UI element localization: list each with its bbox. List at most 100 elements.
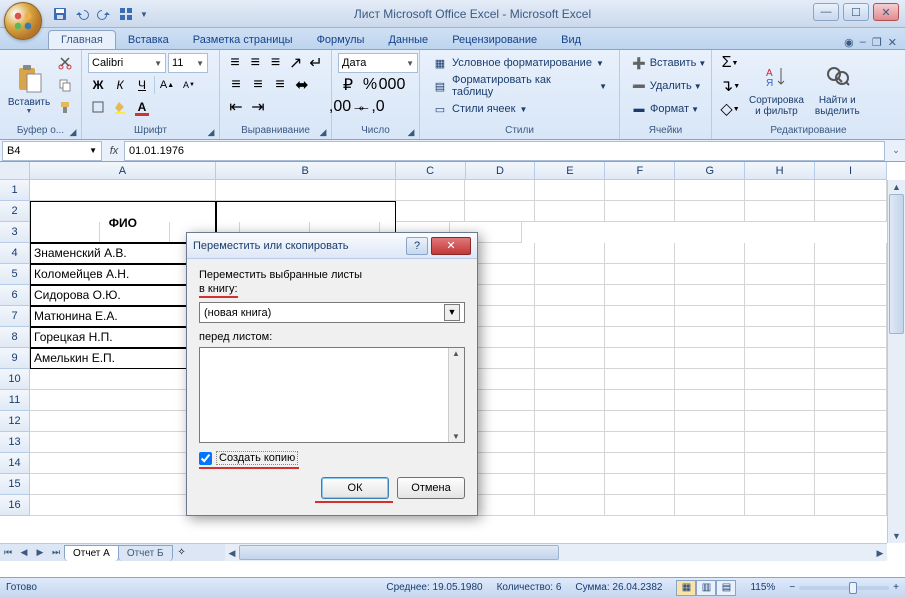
cell-I16[interactable] — [815, 495, 887, 516]
clipboard-launcher[interactable]: ◢ — [67, 126, 79, 138]
cell-I2[interactable] — [815, 201, 887, 222]
format-as-table-button[interactable]: ▤Форматировать как таблицу▼ — [426, 76, 613, 96]
col-header-B[interactable]: B — [216, 162, 396, 180]
font-size-combo[interactable]: 11▼ — [168, 53, 208, 73]
row-header-5[interactable]: 5 — [0, 264, 30, 285]
align-launcher[interactable]: ◢ — [317, 126, 329, 138]
view-pagebreak-icon[interactable]: ▤ — [716, 580, 736, 596]
cell-I6[interactable] — [815, 285, 887, 306]
font-family-combo[interactable]: Calibri▼ — [88, 53, 166, 73]
col-header-A[interactable]: A — [30, 162, 216, 180]
insert-sheet-icon[interactable]: ✧ — [172, 547, 192, 558]
cell-I10[interactable] — [815, 369, 887, 390]
cell-D1[interactable] — [465, 180, 535, 201]
cell-F2[interactable] — [605, 201, 675, 222]
wrap-icon[interactable]: ↵ — [307, 53, 325, 73]
comma-icon[interactable]: 000 — [382, 75, 402, 95]
format-painter-icon[interactable] — [55, 97, 75, 117]
cell-E6[interactable] — [535, 285, 605, 306]
align-mid-icon[interactable]: ≡ — [246, 53, 264, 73]
dialog-close-button[interactable]: ✕ — [431, 237, 471, 255]
cell-H7[interactable] — [745, 306, 815, 327]
cell-H10[interactable] — [745, 369, 815, 390]
cell-H11[interactable] — [745, 390, 815, 411]
cell-E5[interactable] — [535, 264, 605, 285]
find-select-button[interactable]: Найти и выделить — [811, 53, 864, 124]
cell-H1[interactable] — [745, 180, 815, 201]
sort-filter-button[interactable]: АЯ Сортировка и фильтр — [745, 53, 808, 124]
row-header-10[interactable]: 10 — [0, 369, 30, 390]
cell-F15[interactable] — [605, 474, 675, 495]
vscroll-thumb[interactable] — [889, 194, 904, 334]
align-top-icon[interactable]: ≡ — [226, 53, 244, 73]
fx-icon[interactable]: fx — [104, 145, 124, 157]
insert-cells-button[interactable]: ➕Вставить▼ — [626, 53, 705, 73]
cell-G4[interactable] — [675, 243, 745, 264]
name-box[interactable]: B4▼ — [2, 141, 102, 161]
cell-G6[interactable] — [675, 285, 745, 306]
zoom-level[interactable]: 115% — [750, 582, 775, 593]
cell-E2[interactable] — [535, 201, 605, 222]
cell-E16[interactable] — [535, 495, 605, 516]
cell-I13[interactable] — [815, 432, 887, 453]
hscroll-thumb[interactable] — [239, 545, 559, 560]
row-header-12[interactable]: 12 — [0, 411, 30, 432]
col-header-D[interactable]: D — [466, 162, 536, 180]
cell-E7[interactable] — [535, 306, 605, 327]
cell-I8[interactable] — [815, 327, 887, 348]
tab-home[interactable]: Главная — [48, 30, 116, 49]
qat-custom-icon[interactable] — [116, 4, 136, 24]
fill-icon[interactable]: ↴▼ — [718, 76, 742, 96]
inc-indent-icon[interactable]: ⇥ — [248, 97, 268, 117]
cell-F9[interactable] — [605, 348, 675, 369]
cell-H8[interactable] — [745, 327, 815, 348]
paste-button[interactable]: Вставить ▼ — [6, 53, 52, 124]
cell-F5[interactable] — [605, 264, 675, 285]
row-header-9[interactable]: 9 — [0, 348, 30, 369]
cut-icon[interactable] — [55, 53, 75, 73]
cell-G10[interactable] — [675, 369, 745, 390]
row-header-14[interactable]: 14 — [0, 453, 30, 474]
cell-E14[interactable] — [535, 453, 605, 474]
cell-B1[interactable] — [216, 180, 396, 201]
cell-F12[interactable] — [605, 411, 675, 432]
cell-H12[interactable] — [745, 411, 815, 432]
merge-icon[interactable]: ⬌ — [292, 75, 312, 95]
underline-button[interactable]: Ч — [132, 75, 152, 95]
row-header-2[interactable]: 2 — [0, 201, 30, 222]
align-center-icon[interactable]: ≡ — [248, 75, 268, 95]
sheet-nav-next[interactable]: ▶ — [32, 547, 48, 558]
to-book-combo[interactable]: (новая книга)▼ — [199, 302, 465, 323]
row-header-8[interactable]: 8 — [0, 327, 30, 348]
cell-G8[interactable] — [675, 327, 745, 348]
cell-F14[interactable] — [605, 453, 675, 474]
tab-page-layout[interactable]: Разметка страницы — [181, 31, 305, 49]
dec-indent-icon[interactable]: ⇤ — [226, 97, 246, 117]
cell-F6[interactable] — [605, 285, 675, 306]
cell-E4[interactable] — [535, 243, 605, 264]
sheet-tab-0[interactable]: Отчет А — [64, 545, 119, 561]
sheet-nav-last[interactable]: ⏭ — [48, 547, 64, 558]
cell-G9[interactable] — [675, 348, 745, 369]
tab-view[interactable]: Вид — [549, 31, 593, 49]
col-header-C[interactable]: C — [396, 162, 466, 180]
row-header-1[interactable]: 1 — [0, 180, 30, 201]
cell-I14[interactable] — [815, 453, 887, 474]
ok-button[interactable]: ОК — [321, 477, 389, 499]
tab-data[interactable]: Данные — [376, 31, 440, 49]
row-header-13[interactable]: 13 — [0, 432, 30, 453]
cell-E8[interactable] — [535, 327, 605, 348]
copy-icon[interactable] — [55, 75, 75, 95]
italic-button[interactable]: К — [110, 75, 130, 95]
cell-I4[interactable] — [815, 243, 887, 264]
cell-H6[interactable] — [745, 285, 815, 306]
font-launcher[interactable]: ◢ — [205, 126, 217, 138]
format-cells-button[interactable]: ▬Формат▼ — [626, 99, 705, 119]
cell-G2[interactable] — [675, 201, 745, 222]
clear-icon[interactable]: ◇▼ — [718, 99, 742, 119]
col-header-E[interactable]: E — [535, 162, 605, 180]
undo-icon[interactable] — [72, 4, 92, 24]
tab-review[interactable]: Рецензирование — [440, 31, 549, 49]
align-left-icon[interactable]: ≡ — [226, 75, 246, 95]
cell-E1[interactable] — [535, 180, 605, 201]
